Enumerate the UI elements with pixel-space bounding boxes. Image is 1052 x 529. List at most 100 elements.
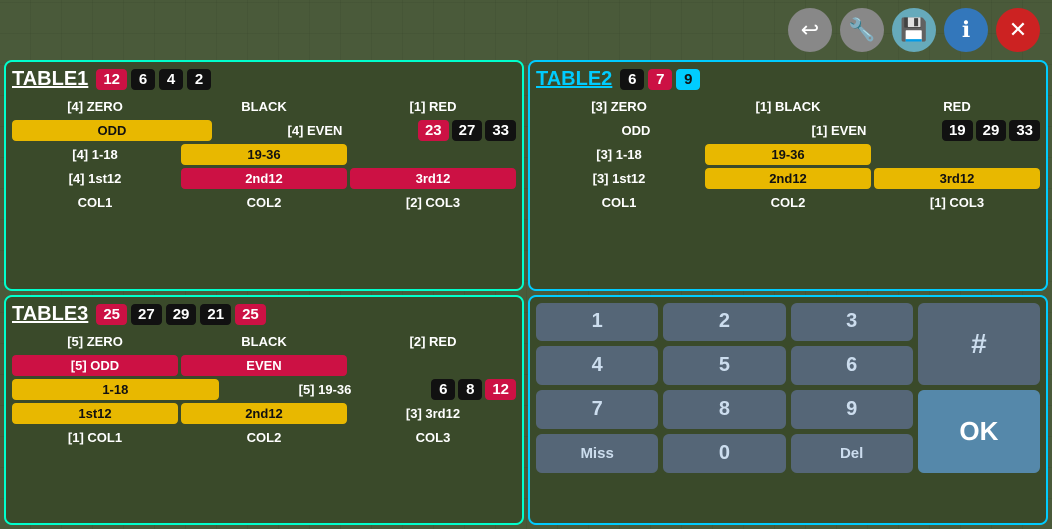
settings-button[interactable]: 🔧: [840, 8, 884, 52]
table1-badge-0: 12: [96, 69, 127, 90]
table3-row-2: [5] ODD EVEN: [12, 355, 516, 376]
table3-19-36[interactable]: [5] 19-36: [222, 379, 429, 400]
table3-num-6: 6: [431, 379, 455, 400]
table3-num-8: 8: [458, 379, 482, 400]
numpad-5[interactable]: 5: [663, 346, 785, 385]
table3-row-3: 1-18 [5] 19-36 6 8 12: [12, 379, 516, 400]
table2-badge-2: 9: [676, 69, 700, 90]
table2-row-2: ODD [1] EVEN 19 29 33: [536, 120, 1040, 141]
table1-red[interactable]: [1] RED: [350, 96, 516, 117]
table1-1st12[interactable]: [4] 1st12: [12, 168, 178, 189]
table3-odd[interactable]: [5] ODD: [12, 355, 178, 376]
table2-zero[interactable]: [3] ZERO: [536, 96, 702, 117]
table2-panel: TABLE2 6 7 9 [3] ZERO [1] BLACK RED ODD …: [528, 60, 1048, 291]
table1-row-5: COL1 COL2 [2] COL3: [12, 192, 516, 213]
table3-badge-0: 25: [96, 304, 127, 325]
numpad-ok[interactable]: OK: [918, 390, 1040, 473]
table2-row-5: COL1 COL2 [1] COL3: [536, 192, 1040, 213]
table1-panel: TABLE1 12 6 4 2 [4] ZERO BLACK [1] RED O…: [4, 60, 524, 291]
table1-row-2: ODD [4] EVEN 23 27 33: [12, 120, 516, 141]
table2-badge-0: 6: [620, 69, 644, 90]
table2-badge-1: 7: [648, 69, 672, 90]
table2-3rd12[interactable]: 3rd12: [874, 168, 1040, 189]
table1-odd[interactable]: ODD: [12, 120, 212, 141]
table2-title: TABLE2: [536, 68, 612, 91]
table1-2nd12[interactable]: 2nd12: [181, 168, 347, 189]
numpad-6[interactable]: 6: [791, 346, 913, 385]
table2-row-1: [3] ZERO [1] BLACK RED: [536, 96, 1040, 117]
table3-2nd12[interactable]: 2nd12: [181, 403, 347, 424]
table2-2nd12[interactable]: 2nd12: [705, 168, 871, 189]
table2-col2[interactable]: COL2: [705, 192, 871, 213]
table3-badge-3: 21: [200, 304, 231, 325]
table3-1st12[interactable]: 1st12: [12, 403, 178, 424]
table3-empty-2: [350, 362, 516, 368]
table2-black[interactable]: [1] BLACK: [705, 96, 871, 117]
table2-red[interactable]: RED: [874, 96, 1040, 117]
table3-title: TABLE3: [12, 303, 88, 326]
table1-col3[interactable]: [2] COL3: [350, 192, 516, 213]
table2-num-19: 19: [942, 120, 973, 141]
back-button[interactable]: ↩: [788, 8, 832, 52]
table2-num-33: 33: [1009, 120, 1040, 141]
table3-col1[interactable]: [1] COL1: [12, 427, 178, 448]
table3-col3[interactable]: COL3: [350, 427, 516, 448]
table1-row-4: [4] 1st12 2nd12 3rd12: [12, 168, 516, 189]
table1-badge-3: 2: [187, 69, 211, 90]
numpad-miss[interactable]: Miss: [536, 434, 658, 473]
table3-badge-2: 29: [166, 304, 197, 325]
table2-1st12[interactable]: [3] 1st12: [536, 168, 702, 189]
table2-odd[interactable]: ODD: [536, 120, 736, 141]
table2-row-4: [3] 1st12 2nd12 3rd12: [536, 168, 1040, 189]
table3-header: TABLE3 25 27 29 21 25: [12, 303, 516, 326]
table3-black[interactable]: BLACK: [181, 331, 347, 352]
table1-3rd12[interactable]: 3rd12: [350, 168, 516, 189]
table3-red[interactable]: [2] RED: [350, 331, 516, 352]
table1-num-27: 27: [452, 120, 483, 141]
table3-col2[interactable]: COL2: [181, 427, 347, 448]
table1-empty-1: [350, 152, 516, 158]
main-grid: TABLE1 12 6 4 2 [4] ZERO BLACK [1] RED O…: [4, 60, 1048, 525]
numpad-panel: 1 2 3 # 4 5 6 7 8 9 OK Miss 0 Del: [528, 295, 1048, 526]
table1-col1[interactable]: COL1: [12, 192, 178, 213]
table2-row-3: [3] 1-18 19-36: [536, 144, 1040, 165]
numpad-del[interactable]: Del: [791, 434, 913, 473]
table1-row-1: [4] ZERO BLACK [1] RED: [12, 96, 516, 117]
numpad-3[interactable]: 3: [791, 303, 913, 342]
table1-even[interactable]: [4] EVEN: [215, 120, 415, 141]
table2-1-18[interactable]: [3] 1-18: [536, 144, 702, 165]
close-button[interactable]: ✕: [996, 8, 1040, 52]
numpad-7[interactable]: 7: [536, 390, 658, 429]
numpad-1[interactable]: 1: [536, 303, 658, 342]
table1-1-18[interactable]: [4] 1-18: [12, 144, 178, 165]
table1-header: TABLE1 12 6 4 2: [12, 68, 516, 91]
numpad-9[interactable]: 9: [791, 390, 913, 429]
save-button[interactable]: 💾: [892, 8, 936, 52]
table3-even[interactable]: EVEN: [181, 355, 347, 376]
table2-col1[interactable]: COL1: [536, 192, 702, 213]
table1-row-3: [4] 1-18 19-36: [12, 144, 516, 165]
numpad-0[interactable]: 0: [663, 434, 785, 473]
table3-3rd12[interactable]: [3] 3rd12: [350, 403, 516, 424]
table1-zero[interactable]: [4] ZERO: [12, 96, 178, 117]
table3-zero[interactable]: [5] ZERO: [12, 331, 178, 352]
numpad-2[interactable]: 2: [663, 303, 785, 342]
numpad-8[interactable]: 8: [663, 390, 785, 429]
numpad-hash[interactable]: #: [918, 303, 1040, 386]
table1-col2[interactable]: COL2: [181, 192, 347, 213]
table3-1-18[interactable]: 1-18: [12, 379, 219, 400]
table1-num-23: 23: [418, 120, 449, 141]
table2-col3[interactable]: [1] COL3: [874, 192, 1040, 213]
table3-badge-4: 25: [235, 304, 266, 325]
table1-num-33: 33: [485, 120, 516, 141]
table2-even[interactable]: [1] EVEN: [739, 120, 939, 141]
table2-header: TABLE2 6 7 9: [536, 68, 1040, 91]
table1-black[interactable]: BLACK: [181, 96, 347, 117]
table2-19-36[interactable]: 19-36: [705, 144, 871, 165]
table1-badge-1: 6: [131, 69, 155, 90]
table2-empty-1: [874, 152, 1040, 158]
info-button[interactable]: ℹ: [944, 8, 988, 52]
table1-19-36[interactable]: 19-36: [181, 144, 347, 165]
numpad-4[interactable]: 4: [536, 346, 658, 385]
table3-row-1: [5] ZERO BLACK [2] RED: [12, 331, 516, 352]
